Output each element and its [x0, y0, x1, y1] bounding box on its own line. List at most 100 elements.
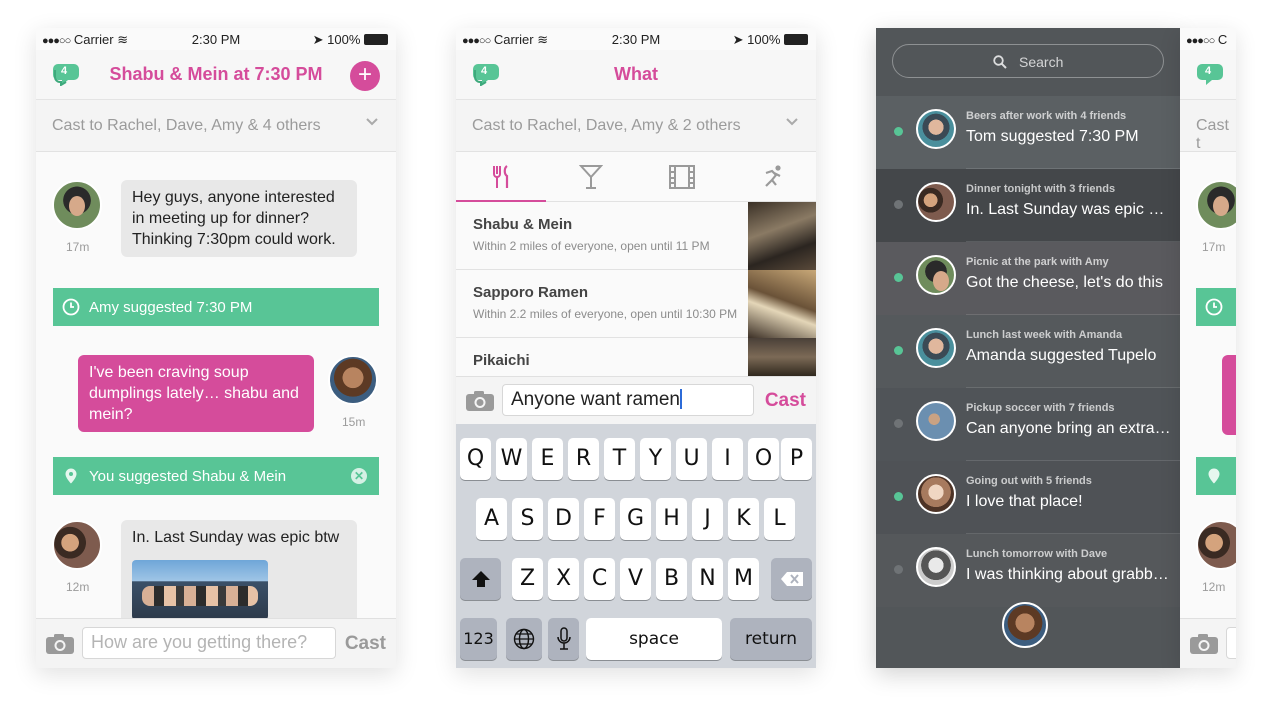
unread-dot: [894, 492, 903, 501]
key-q[interactable]: Q: [460, 438, 491, 480]
key-n[interactable]: N: [692, 558, 723, 600]
cast-recipients-row[interactable]: Cast to Rachel, Dave, Amy & 2 others: [456, 100, 816, 152]
avatar[interactable]: [52, 180, 102, 230]
status-bar: ●●●○○ Carrier ≋ 2:30 PM ➤ 100%: [456, 28, 816, 50]
avatar[interactable]: [1196, 520, 1236, 570]
camera-icon[interactable]: [1189, 633, 1219, 655]
list-item[interactable]: Picnic at the park with Amy Got the chee…: [876, 242, 1180, 315]
conversation-preview: I love that place!: [966, 493, 1083, 510]
suggestion-banner[interactable]: Amy suggested 7:30 PM: [53, 288, 379, 326]
signal-dots-icon: ●●●○○: [1186, 35, 1215, 47]
avatar[interactable]: [328, 355, 378, 405]
key-s[interactable]: S: [512, 498, 543, 540]
numbers-key[interactable]: 123: [460, 618, 497, 660]
unread-dot: [894, 273, 903, 282]
list-item[interactable]: Dinner tonight with 3 friends In. Last S…: [876, 169, 1180, 242]
key-c[interactable]: C: [584, 558, 615, 600]
tab-food[interactable]: [456, 152, 546, 203]
key-h[interactable]: H: [656, 498, 687, 540]
globe-key[interactable]: [506, 618, 542, 660]
key-x[interactable]: X: [548, 558, 579, 600]
cast-recipients-row[interactable]: Cast t: [1180, 100, 1236, 152]
list-item[interactable]: Going out with 5 friends I love that pla…: [876, 461, 1180, 534]
conversation-subtitle: Picnic at the park with Amy: [966, 256, 1109, 268]
key-p[interactable]: P: [781, 438, 812, 480]
key-t[interactable]: T: [604, 438, 635, 480]
search-input[interactable]: Search: [892, 44, 1164, 78]
key-u[interactable]: U: [676, 438, 707, 480]
key-d[interactable]: D: [548, 498, 579, 540]
avatar[interactable]: [52, 520, 102, 570]
key-v[interactable]: V: [620, 558, 651, 600]
cast-recipients-label: Cast t: [1196, 117, 1229, 152]
key-i[interactable]: I: [712, 438, 743, 480]
place-description: Within 2.2 miles of everyone, open until…: [473, 307, 738, 321]
key-b[interactable]: B: [656, 558, 687, 600]
key-r[interactable]: R: [568, 438, 599, 480]
suggestion-banner[interactable]: [1196, 457, 1236, 495]
place-photo: [748, 338, 816, 376]
dismiss-close-icon[interactable]: ✕: [351, 468, 367, 484]
conversations-button[interactable]: 4: [472, 60, 502, 87]
key-a[interactable]: A: [476, 498, 507, 540]
camera-icon[interactable]: [45, 633, 75, 655]
delete-key[interactable]: [771, 558, 812, 600]
return-key[interactable]: return: [730, 618, 812, 660]
tab-movies[interactable]: [636, 152, 726, 202]
unread-dot: [894, 127, 903, 136]
avatar[interactable]: [1196, 180, 1236, 230]
battery-percent: 100%: [747, 32, 781, 47]
backspace-icon: [780, 572, 803, 586]
place-item-sapporo-ramen[interactable]: Sapporo Ramen Within 2.2 miles of everyo…: [456, 270, 748, 338]
message-bubble: Hey guys, anyone interested in meeting u…: [121, 180, 357, 257]
microphone-key[interactable]: [548, 618, 579, 660]
space-key[interactable]: space: [586, 618, 722, 660]
tab-drinks[interactable]: [546, 152, 636, 202]
add-button[interactable]: +: [350, 61, 380, 91]
map-pin-icon: [65, 468, 77, 484]
key-o[interactable]: O: [748, 438, 779, 480]
avatar: [916, 255, 956, 295]
cast-recipients-label: Cast to Rachel, Dave, Amy & 2 others: [472, 117, 741, 134]
place-description: Within 2 miles of everyone, open until 1…: [473, 239, 710, 253]
key-k[interactable]: K: [728, 498, 759, 540]
conversations-button[interactable]: 4: [52, 60, 82, 87]
list-item[interactable]: Pickup soccer with 7 friends Can anyone …: [876, 388, 1180, 461]
activity-icon: [765, 165, 781, 187]
key-l[interactable]: L: [764, 498, 795, 540]
profile-avatar-button[interactable]: [1002, 602, 1048, 648]
message-photo[interactable]: [132, 560, 268, 620]
conversation-preview: Got the cheese, let's do this: [966, 274, 1163, 291]
shift-key[interactable]: [460, 558, 501, 600]
message-input[interactable]: [1226, 627, 1236, 659]
place-item-shabu-mein[interactable]: Shabu & Mein Within 2 miles of everyone,…: [456, 202, 748, 270]
message-input[interactable]: Anyone want ramen: [502, 384, 754, 416]
tab-activities[interactable]: [726, 152, 816, 202]
conversation-preview: In. Last Sunday was epic btw: [966, 201, 1172, 218]
key-e[interactable]: E: [532, 438, 563, 480]
cast-button[interactable]: Cast: [345, 633, 386, 655]
key-f[interactable]: F: [584, 498, 615, 540]
place-item-pikaichi[interactable]: Pikaichi: [456, 338, 748, 376]
category-tabs: [456, 152, 816, 203]
key-g[interactable]: G: [620, 498, 651, 540]
conversation-subtitle: Beers after work with 4 friends: [966, 110, 1127, 122]
key-j[interactable]: J: [692, 498, 723, 540]
message-input[interactable]: How are you getting there?: [82, 627, 336, 659]
list-item[interactable]: Lunch tomorrow with Dave I was thinking …: [876, 534, 1180, 607]
suggestion-banner[interactable]: [1196, 288, 1236, 326]
key-w[interactable]: W: [496, 438, 527, 480]
list-item[interactable]: Beers after work with 4 friends Tom sugg…: [876, 96, 1180, 169]
avatar: [916, 109, 956, 149]
cast-recipients-row[interactable]: Cast to Rachel, Dave, Amy & 4 others: [36, 100, 396, 152]
suggestion-banner[interactable]: You suggested Shabu & Mein ✕: [53, 457, 379, 495]
conversations-button[interactable]: 4: [1196, 60, 1226, 86]
avatar: [916, 182, 956, 222]
camera-icon[interactable]: [465, 390, 495, 412]
cast-button[interactable]: Cast: [765, 390, 806, 412]
list-item[interactable]: Lunch last week with Amanda Amanda sugge…: [876, 315, 1180, 388]
key-z[interactable]: Z: [512, 558, 543, 600]
key-y[interactable]: Y: [640, 438, 671, 480]
key-m[interactable]: M: [728, 558, 759, 600]
microphone-icon: [556, 627, 571, 650]
